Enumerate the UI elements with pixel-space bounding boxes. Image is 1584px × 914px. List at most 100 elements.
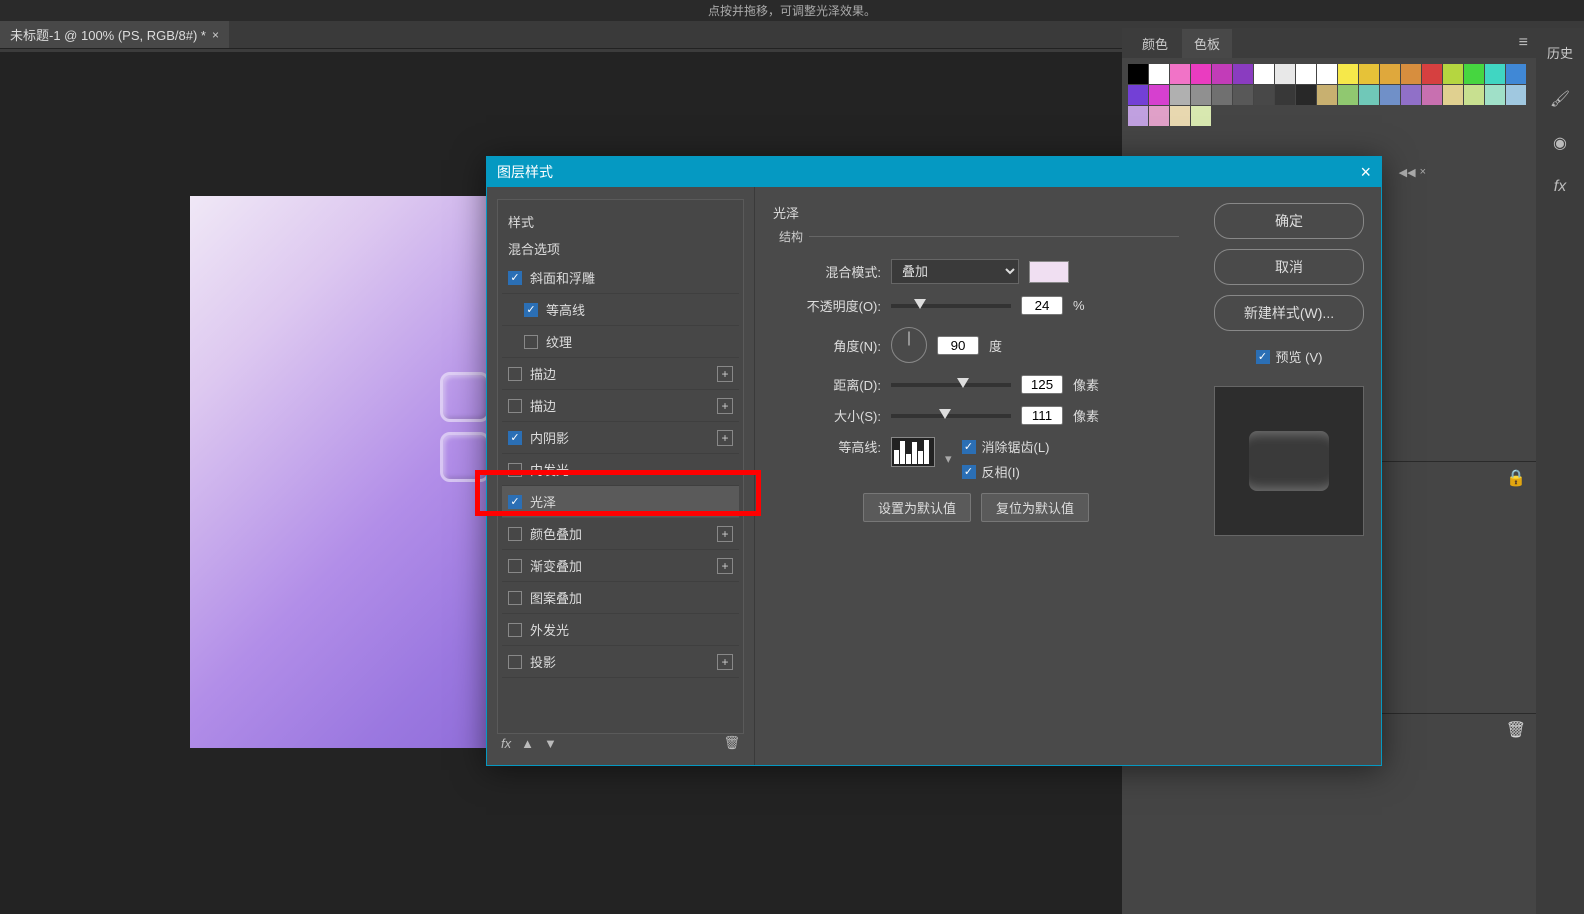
style-item-4[interactable]: 描边+ (502, 390, 739, 422)
chevron-down-icon[interactable]: ▾ (945, 451, 952, 467)
angle-input[interactable] (937, 336, 979, 355)
new-style-button[interactable]: 新建样式(W)... (1214, 295, 1364, 331)
style-item-10[interactable]: 图案叠加 (502, 582, 739, 614)
checkbox[interactable] (508, 399, 522, 413)
swatch[interactable] (1317, 85, 1337, 105)
swatch[interactable] (1191, 106, 1211, 126)
swatch[interactable] (1191, 85, 1211, 105)
swatch[interactable] (1170, 85, 1190, 105)
trash-icon[interactable]: 🗑 (723, 735, 740, 751)
styles-header[interactable]: 样式 (502, 208, 739, 235)
checkbox[interactable]: ✓ (508, 431, 522, 445)
checkbox[interactable] (524, 335, 538, 349)
distance-input[interactable] (1021, 375, 1063, 394)
swatch[interactable] (1275, 85, 1295, 105)
checkbox[interactable]: ✓ (508, 495, 522, 509)
size-input[interactable] (1021, 406, 1063, 425)
swatch[interactable] (1128, 85, 1148, 105)
panel-menu-icon[interactable]: ≡ (1519, 34, 1528, 52)
swatch[interactable] (1149, 64, 1169, 84)
swatch[interactable] (1254, 85, 1274, 105)
swatch[interactable] (1464, 85, 1484, 105)
fx-label[interactable]: fx (501, 736, 511, 751)
style-item-7[interactable]: ✓光泽 (502, 486, 739, 518)
swatch[interactable] (1359, 85, 1379, 105)
invert-checkbox[interactable]: ✓反相(I) (962, 462, 1050, 481)
plus-icon[interactable]: + (717, 430, 733, 446)
style-item-11[interactable]: 外发光 (502, 614, 739, 646)
tab-history[interactable]: 历史 (1541, 38, 1579, 67)
radio-icon[interactable]: ◉ (1548, 131, 1572, 155)
swatch[interactable] (1296, 64, 1316, 84)
swatch[interactable] (1128, 106, 1148, 126)
swatch[interactable] (1506, 64, 1526, 84)
blend-options[interactable]: 混合选项 (502, 235, 739, 262)
swatch[interactable] (1464, 64, 1484, 84)
tab-color[interactable]: 颜色 (1130, 29, 1180, 58)
swatch[interactable] (1296, 85, 1316, 105)
angle-dial[interactable] (891, 327, 927, 363)
swatch[interactable] (1401, 85, 1421, 105)
swatch[interactable] (1149, 85, 1169, 105)
preview-checkbox[interactable]: ✓预览 (V) (1256, 347, 1323, 366)
reset-default-button[interactable]: 复位为默认值 (981, 493, 1089, 522)
size-slider[interactable] (891, 414, 1011, 418)
checkbox[interactable] (508, 463, 522, 477)
close-icon[interactable]: × (1360, 162, 1371, 183)
swatch[interactable] (1191, 64, 1211, 84)
checkbox[interactable] (508, 591, 522, 605)
checkbox[interactable] (508, 655, 522, 669)
antialias-checkbox[interactable]: ✓消除锯齿(L) (962, 437, 1050, 456)
swatch[interactable] (1128, 64, 1148, 84)
panel-collapse-handle[interactable]: ◀◀× (1399, 166, 1426, 179)
ok-button[interactable]: 确定 (1214, 203, 1364, 239)
swatch[interactable] (1149, 106, 1169, 126)
blend-mode-select[interactable]: 叠加 (891, 259, 1019, 284)
swatch[interactable] (1338, 64, 1358, 84)
swatch[interactable] (1380, 64, 1400, 84)
style-item-2[interactable]: 纹理 (502, 326, 739, 358)
style-item-9[interactable]: 渐变叠加+ (502, 550, 739, 582)
plus-icon[interactable]: + (717, 558, 733, 574)
checkbox[interactable] (508, 527, 522, 541)
checkbox[interactable] (508, 367, 522, 381)
checkbox[interactable] (508, 559, 522, 573)
swatch[interactable] (1233, 64, 1253, 84)
swatch[interactable] (1485, 85, 1505, 105)
style-item-6[interactable]: 内发光 (502, 454, 739, 486)
style-item-8[interactable]: 颜色叠加+ (502, 518, 739, 550)
close-icon[interactable]: × (212, 28, 219, 42)
tab-swatches[interactable]: 色板 (1182, 29, 1232, 58)
checkbox[interactable]: ✓ (508, 271, 522, 285)
dialog-titlebar[interactable]: 图层样式 × (487, 157, 1381, 187)
swatch[interactable] (1317, 64, 1337, 84)
arrow-up-icon[interactable]: ▲ (521, 736, 534, 751)
swatch[interactable] (1212, 85, 1232, 105)
swatch[interactable] (1485, 64, 1505, 84)
style-item-12[interactable]: 投影+ (502, 646, 739, 678)
distance-slider[interactable] (891, 383, 1011, 387)
checkbox[interactable] (508, 623, 522, 637)
swatch[interactable] (1443, 85, 1463, 105)
swatch[interactable] (1212, 64, 1232, 84)
swatch[interactable] (1422, 64, 1442, 84)
checkbox[interactable]: ✓ (524, 303, 538, 317)
swatch[interactable] (1170, 106, 1190, 126)
cancel-button[interactable]: 取消 (1214, 249, 1364, 285)
arrow-down-icon[interactable]: ▼ (544, 736, 557, 751)
opacity-input[interactable] (1021, 296, 1063, 315)
opacity-slider[interactable] (891, 304, 1011, 308)
swatch[interactable] (1170, 64, 1190, 84)
set-default-button[interactable]: 设置为默认值 (863, 493, 971, 522)
swatch[interactable] (1380, 85, 1400, 105)
style-item-3[interactable]: 描边+ (502, 358, 739, 390)
plus-icon[interactable]: + (717, 654, 733, 670)
document-tab[interactable]: 未标题-1 @ 100% (PS, RGB/8#) * × (0, 21, 229, 48)
swatch[interactable] (1422, 85, 1442, 105)
plus-icon[interactable]: + (717, 526, 733, 542)
swatch[interactable] (1401, 64, 1421, 84)
swatch[interactable] (1443, 64, 1463, 84)
swatch[interactable] (1506, 85, 1526, 105)
style-item-1[interactable]: ✓等高线 (502, 294, 739, 326)
plus-icon[interactable]: + (717, 366, 733, 382)
